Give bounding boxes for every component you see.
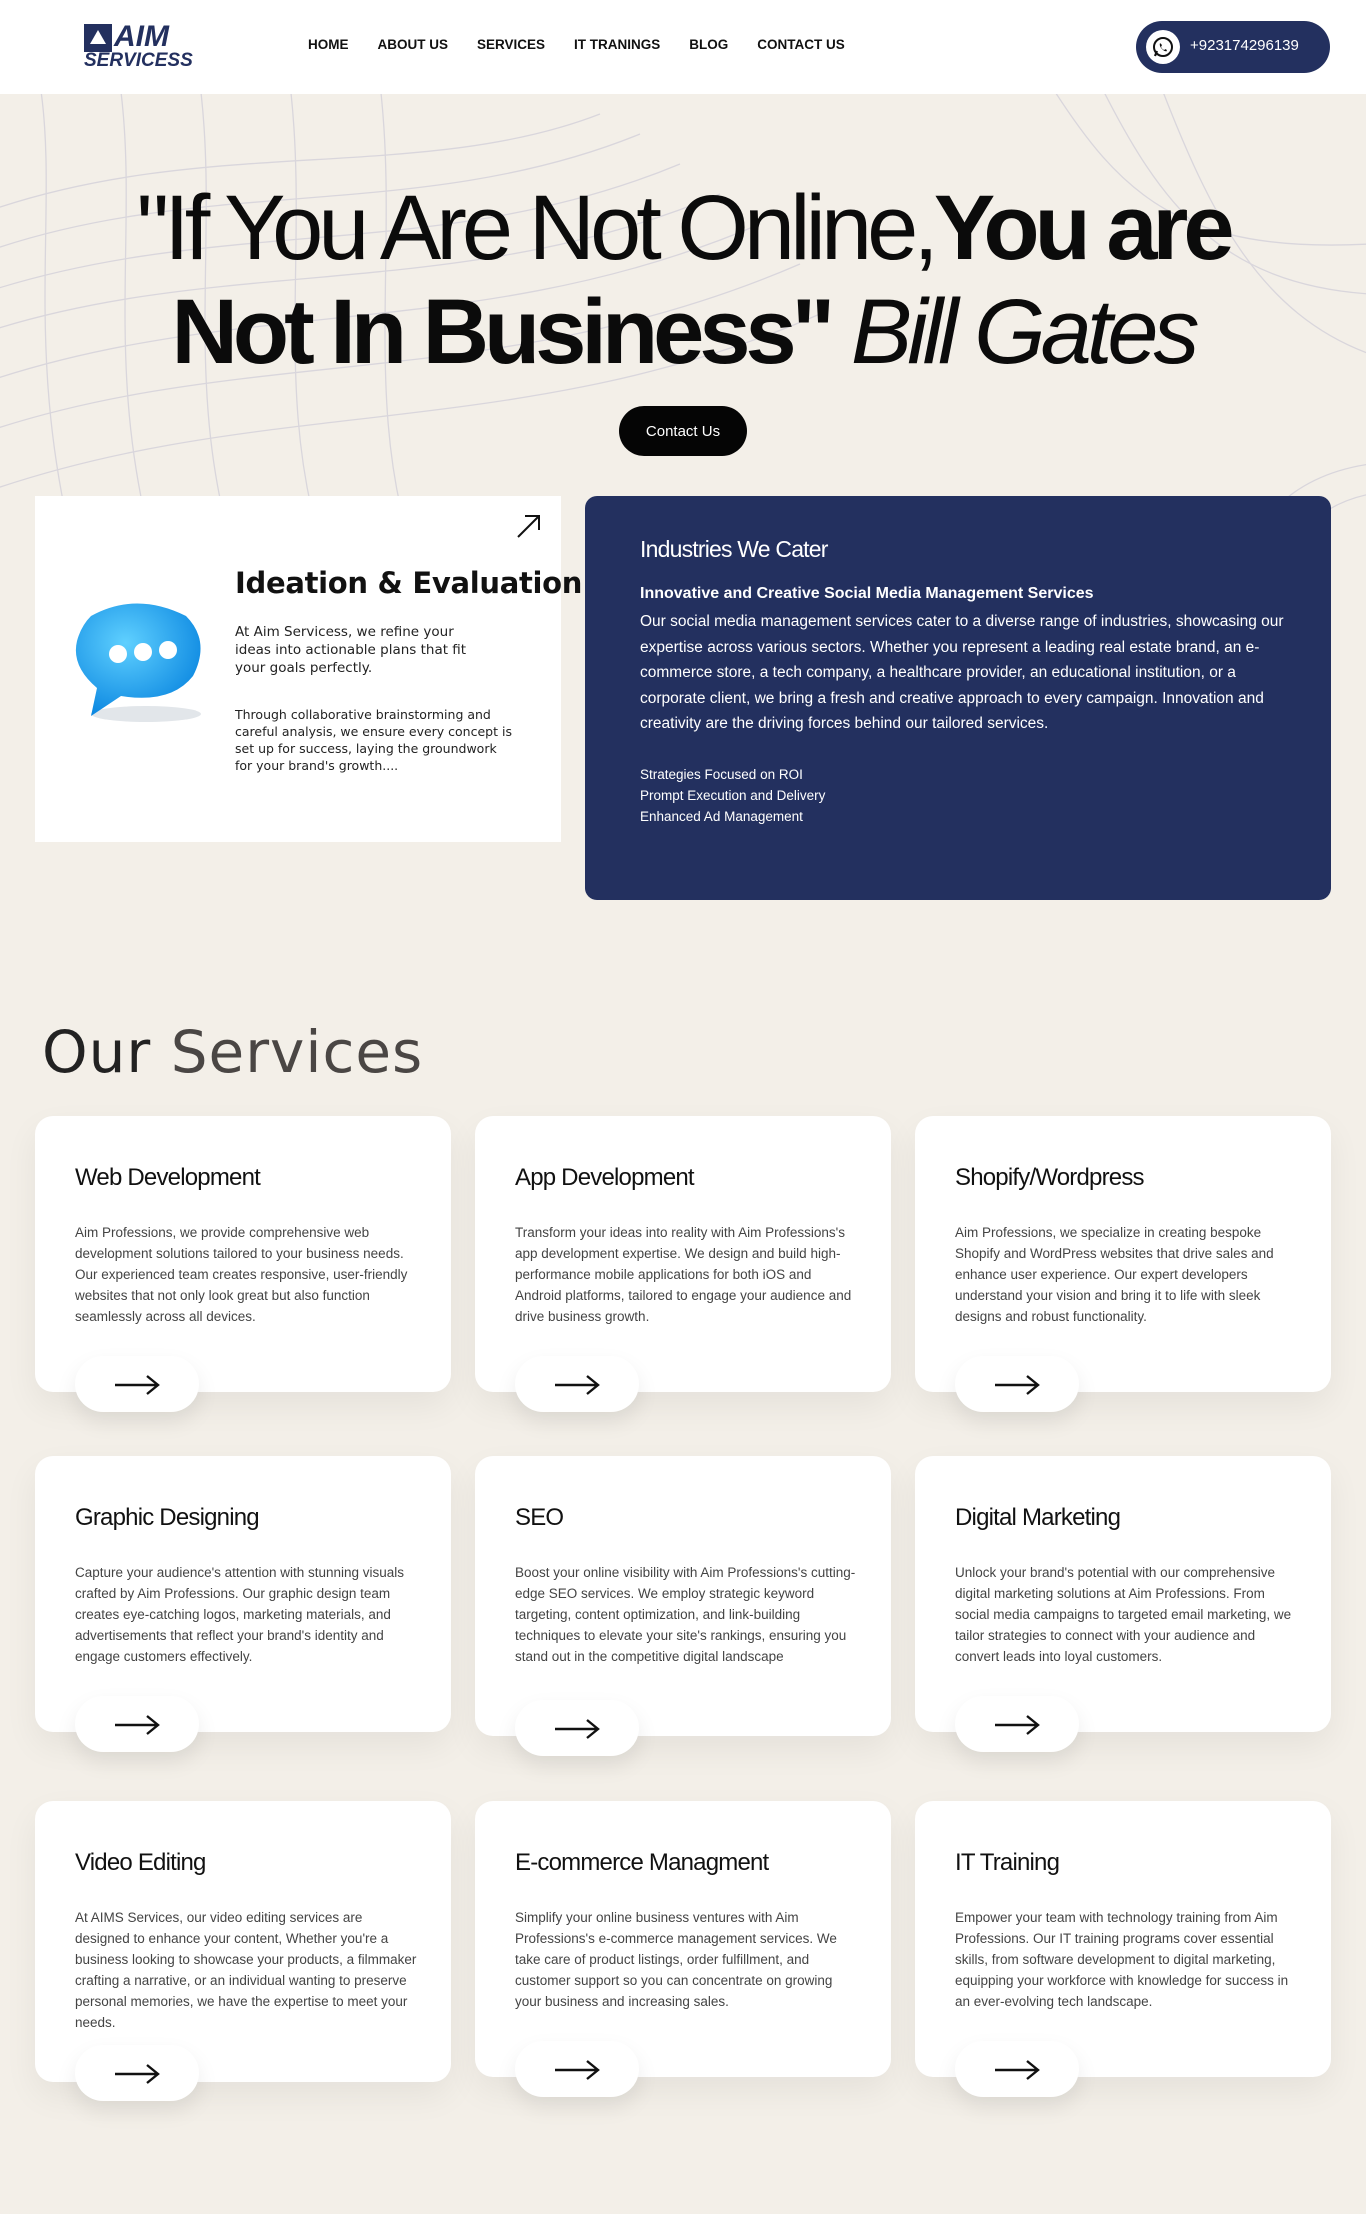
chat-bubble-icon (75, 603, 201, 722)
service-card-it-training[interactable]: IT Training Empower your team with techn… (915, 1801, 1331, 2097)
service-card-arrow-button[interactable] (515, 1356, 639, 1412)
nav-it-trainings[interactable]: IT TRANINGS (574, 37, 660, 52)
logo-text-top: AIM (114, 20, 169, 53)
hero-quote-bold-2: Not In Business" (171, 281, 835, 383)
service-card-arrow-button[interactable] (75, 2045, 199, 2101)
phone-number: +923174296139 (1190, 37, 1299, 54)
arrow-right-icon (115, 1715, 160, 1735)
service-card-description: Capture your audience's attention with s… (75, 1565, 405, 1664)
service-card-title: Web Development (75, 1164, 261, 1191)
hero-quote-author: Bill Gates (850, 281, 1200, 383)
service-card-arrow-button[interactable] (955, 1356, 1079, 1412)
service-card-arrow-button[interactable] (515, 2041, 639, 2097)
nav-blog[interactable]: BLOG (689, 37, 728, 52)
service-card-description: At AIMS Services, our video editing serv… (75, 1910, 417, 2030)
nav-about-us[interactable]: ABOUT US (378, 37, 449, 52)
feature-item: Strategies Focused on ROI (640, 767, 803, 782)
whatsapp-icon (1146, 30, 1180, 64)
arrow-right-icon (555, 1375, 600, 1395)
feature-item: Prompt Execution and Delivery (640, 788, 826, 803)
logo-mark-icon (84, 24, 112, 52)
industries-description: Our social media management services cat… (640, 613, 1284, 732)
arrow-right-icon (555, 2060, 600, 2080)
feature-item: Enhanced Ad Management (640, 809, 803, 824)
service-card-digital-marketing[interactable]: Digital Marketing Unlock your brand's po… (915, 1456, 1331, 1752)
arrow-right-icon (995, 1715, 1040, 1735)
service-card-seo[interactable]: SEO Boost your online visibility with Ai… (475, 1456, 891, 1756)
ideation-card: Ideation & Evaluation At Aim Servicess, … (35, 496, 582, 842)
service-card-title: Graphic Designing (75, 1504, 260, 1531)
service-card-arrow-button[interactable] (955, 2041, 1079, 2097)
hero-quote-bold: You are (933, 177, 1235, 279)
industries-card: Industries We Cater Innovative and Creat… (585, 496, 1331, 900)
service-card-arrow-button[interactable] (955, 1696, 1079, 1752)
service-card-title: SEO (515, 1504, 564, 1531)
nav-home[interactable]: HOME (308, 37, 349, 52)
service-card-title: App Development (515, 1164, 695, 1191)
brand-logo[interactable]: AIM SERVICESS (84, 20, 194, 71)
services-heading-part-2: Services (170, 1018, 424, 1086)
service-card-arrow-button[interactable] (75, 1696, 199, 1752)
site-header: AIM SERVICESS HOME ABOUT US SERVICES IT … (0, 0, 1366, 94)
service-card-title: Shopify/Wordpress (955, 1164, 1145, 1191)
arrow-right-icon (555, 1719, 600, 1739)
service-card-arrow-button[interactable] (515, 1700, 639, 1756)
whatsapp-phone-button[interactable]: +923174296139 (1136, 21, 1330, 73)
arrow-right-icon (115, 2064, 160, 2084)
arrow-right-icon (995, 2060, 1040, 2080)
service-card-app-development[interactable]: App Development Transform your ideas int… (475, 1116, 891, 1412)
hero-quote-thin: "If You Are Not Online, (136, 177, 939, 279)
arrow-right-icon (995, 1375, 1040, 1395)
service-card-description: Aim Professions, we specialize in creati… (955, 1225, 1274, 1324)
service-card-title: E-commerce Managment (515, 1849, 769, 1876)
hero-quote-line-2: Not In Business" Bill Gates (0, 280, 1366, 385)
service-card-title: Video Editing (75, 1849, 206, 1876)
service-card-description: Unlock your brand's potential with our c… (955, 1565, 1292, 1664)
service-card-graphic-designing[interactable]: Graphic Designing Capture your audience'… (35, 1456, 451, 1752)
arrow-right-icon (115, 1375, 160, 1395)
service-card-description: Empower your team with technology traini… (955, 1910, 1289, 2009)
service-card-title: IT Training (955, 1849, 1060, 1876)
nav-contact-us[interactable]: CONTACT US (757, 37, 845, 52)
main-nav: HOME ABOUT US SERVICES IT TRANINGS BLOG … (308, 37, 874, 52)
service-card-title: Digital Marketing (955, 1504, 1121, 1531)
ideation-paragraph-1: At Aim Servicess, we refine your ideas i… (235, 624, 467, 676)
hero-quote-line-1: "If You Are Not Online,You are (0, 176, 1366, 281)
service-card-ecommerce-management[interactable]: E-commerce Managment Simplify your onlin… (475, 1801, 891, 2097)
service-card-description: Transform your ideas into reality with A… (515, 1225, 852, 1324)
industries-subtitle: Innovative and Creative Social Media Man… (640, 585, 1094, 602)
service-card-web-development[interactable]: Web Development Aim Professions, we prov… (35, 1116, 451, 1412)
service-card-description: Simplify your online business ventures w… (515, 1910, 837, 2009)
ideation-paragraph-2: Through collaborative brainstorming and … (235, 707, 512, 773)
services-heading-part-1: Our (42, 1018, 152, 1086)
industries-title: Industries We Cater (640, 536, 828, 562)
service-card-description: Aim Professions, we provide comprehensiv… (75, 1225, 408, 1324)
services-heading: Our Services (42, 1018, 423, 1086)
arrow-up-right-icon[interactable] (515, 512, 543, 540)
service-card-shopify-wordpress[interactable]: Shopify/Wordpress Aim Professions, we sp… (915, 1116, 1331, 1412)
industries-feature-list: Strategies Focused on ROI Prompt Executi… (640, 764, 825, 827)
ideation-title: Ideation & Evaluation (235, 566, 583, 600)
nav-services[interactable]: SERVICES (477, 37, 545, 52)
service-card-description: Boost your online visibility with Aim Pr… (515, 1565, 856, 1664)
service-card-arrow-button[interactable] (75, 1356, 199, 1412)
service-card-video-editing[interactable]: Video Editing At AIMS Services, our vide… (35, 1801, 451, 2101)
logo-text-bottom: SERVICESS (84, 50, 193, 71)
hero-contact-button[interactable]: Contact Us (619, 406, 747, 456)
